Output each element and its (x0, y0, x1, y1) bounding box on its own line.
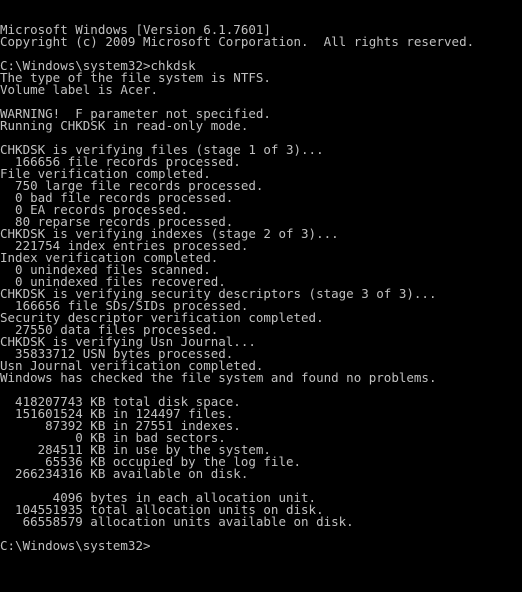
terminal-console-output[interactable]: Microsoft Windows [Version 6.1.7601] Copy… (0, 0, 522, 592)
console-line: 66558579 allocation units available on d… (0, 514, 354, 529)
console-line: C:\Windows\system32> (0, 538, 151, 553)
console-line: Windows has checked the file system and … (0, 370, 437, 385)
console-line: Volume label is Acer. (0, 82, 159, 97)
console-line: Running CHKDSK in read-only mode. (0, 118, 249, 133)
console-line: Copyright (c) 2009 Microsoft Corporation… (0, 34, 475, 49)
console-line: 266234316 KB available on disk. (0, 466, 249, 481)
